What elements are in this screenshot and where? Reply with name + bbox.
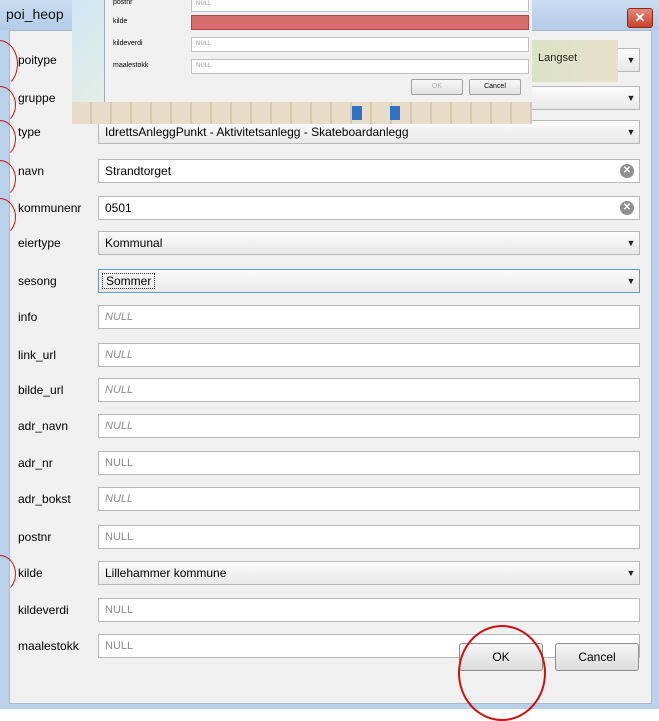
row-sesong: sesong Sommer ▼ [10,269,651,295]
map-strip [72,102,532,124]
row-eiertype: eiertype Kommunal ▼ [10,231,651,257]
row-adr-bokst: adr_bokst NULL [10,487,651,513]
info-input[interactable]: NULL [98,305,640,329]
inset-ok-button: OK [411,79,463,95]
row-info: info NULL [10,305,651,331]
field-label: poitype [18,53,57,67]
inset-cancel-button: Cancel [469,79,521,95]
navn-input[interactable]: Strandtorget ✕ [98,159,640,183]
close-icon[interactable]: ✕ [627,8,653,28]
field-label: kommunenr [18,201,82,215]
map-symbol [390,106,400,120]
inset-postnr-field: NULL [191,0,529,12]
field-label: type [18,125,41,139]
link-url-input[interactable]: NULL [98,343,640,367]
field-label: navn [18,164,45,178]
row-kommunenr: kommunenr 0501 ✕ [10,196,651,222]
annotation-circle [458,625,546,721]
form-body: poitype ▼ gruppe ▼ type IdrettsAnleggPun… [9,30,652,704]
field-label: info [18,310,38,324]
field-label: adr_navn [18,419,69,433]
inset-screenshot: postnr NULL kilde kildeverdi NULL maales… [72,0,532,124]
chevron-down-icon: ▼ [626,238,636,248]
field-label: adr_nr [18,456,53,470]
cancel-button[interactable]: Cancel [555,643,639,671]
field-label: kilde [18,566,43,580]
row-kildeverdi: kildeverdi NULL [10,598,651,624]
adr-nr-input[interactable]: NULL [98,451,640,475]
field-label: gruppe [18,91,56,105]
chevron-down-icon: ▼ [626,127,636,137]
adr-navn-input[interactable]: NULL [98,414,640,438]
field-label: eiertype [18,236,61,250]
adr-bokst-input[interactable]: NULL [98,487,640,511]
kildeverdi-input[interactable]: NULL [98,598,640,622]
inset-label: kildeverdi [113,40,143,47]
clear-icon[interactable]: ✕ [620,201,634,215]
kilde-combo[interactable]: Lillehammer kommune ▼ [98,561,640,585]
inset-label: maalestokk [113,62,149,69]
row-navn: navn Strandtorget ✕ [10,159,651,185]
field-label: kildeverdi [18,603,69,617]
inset-kildeverdi-field: NULL [191,37,529,52]
inset-label: postnr [113,0,133,6]
field-label: maalestokk [18,639,79,653]
row-adr-navn: adr_navn NULL [10,414,651,440]
row-adr-nr: adr_nr NULL [10,451,651,477]
field-label: adr_bokst [18,492,71,506]
window-title: poi_heop [6,6,64,22]
map-text: Langset [538,52,578,64]
chevron-down-icon: ▼ [626,55,636,65]
row-bilde-url: bilde_url NULL [10,378,651,404]
eiertype-combo[interactable]: Kommunal ▼ [98,231,640,255]
kommunenr-input[interactable]: 0501 ✕ [98,196,640,220]
map-symbol [352,106,362,120]
chevron-down-icon: ▼ [626,276,636,286]
row-link-url: link_url NULL [10,343,651,369]
chevron-down-icon: ▼ [626,568,636,578]
field-label: link_url [18,348,57,362]
sesong-combo[interactable]: Sommer ▼ [98,269,640,293]
inset-dialog: postnr NULL kilde kildeverdi NULL maales… [104,0,532,104]
bilde-url-input[interactable]: NULL [98,378,640,402]
inset-maalestokk-field: NULL [191,59,529,74]
attribute-dialog: poi_heop ✕ poitype ▼ gruppe ▼ type Idret… [0,0,659,721]
clear-icon[interactable]: ✕ [620,164,634,178]
inset-kilde-field [191,15,529,30]
chevron-down-icon: ▼ [626,93,636,103]
inset-label: kilde [113,18,128,25]
field-label: sesong [18,274,57,288]
field-label: postnr [18,530,52,544]
row-kilde: kilde Lillehammer kommune ▼ [10,561,651,587]
field-label: bilde_url [18,383,64,397]
row-postnr: postnr NULL [10,525,651,551]
postnr-input[interactable]: NULL [98,525,640,549]
